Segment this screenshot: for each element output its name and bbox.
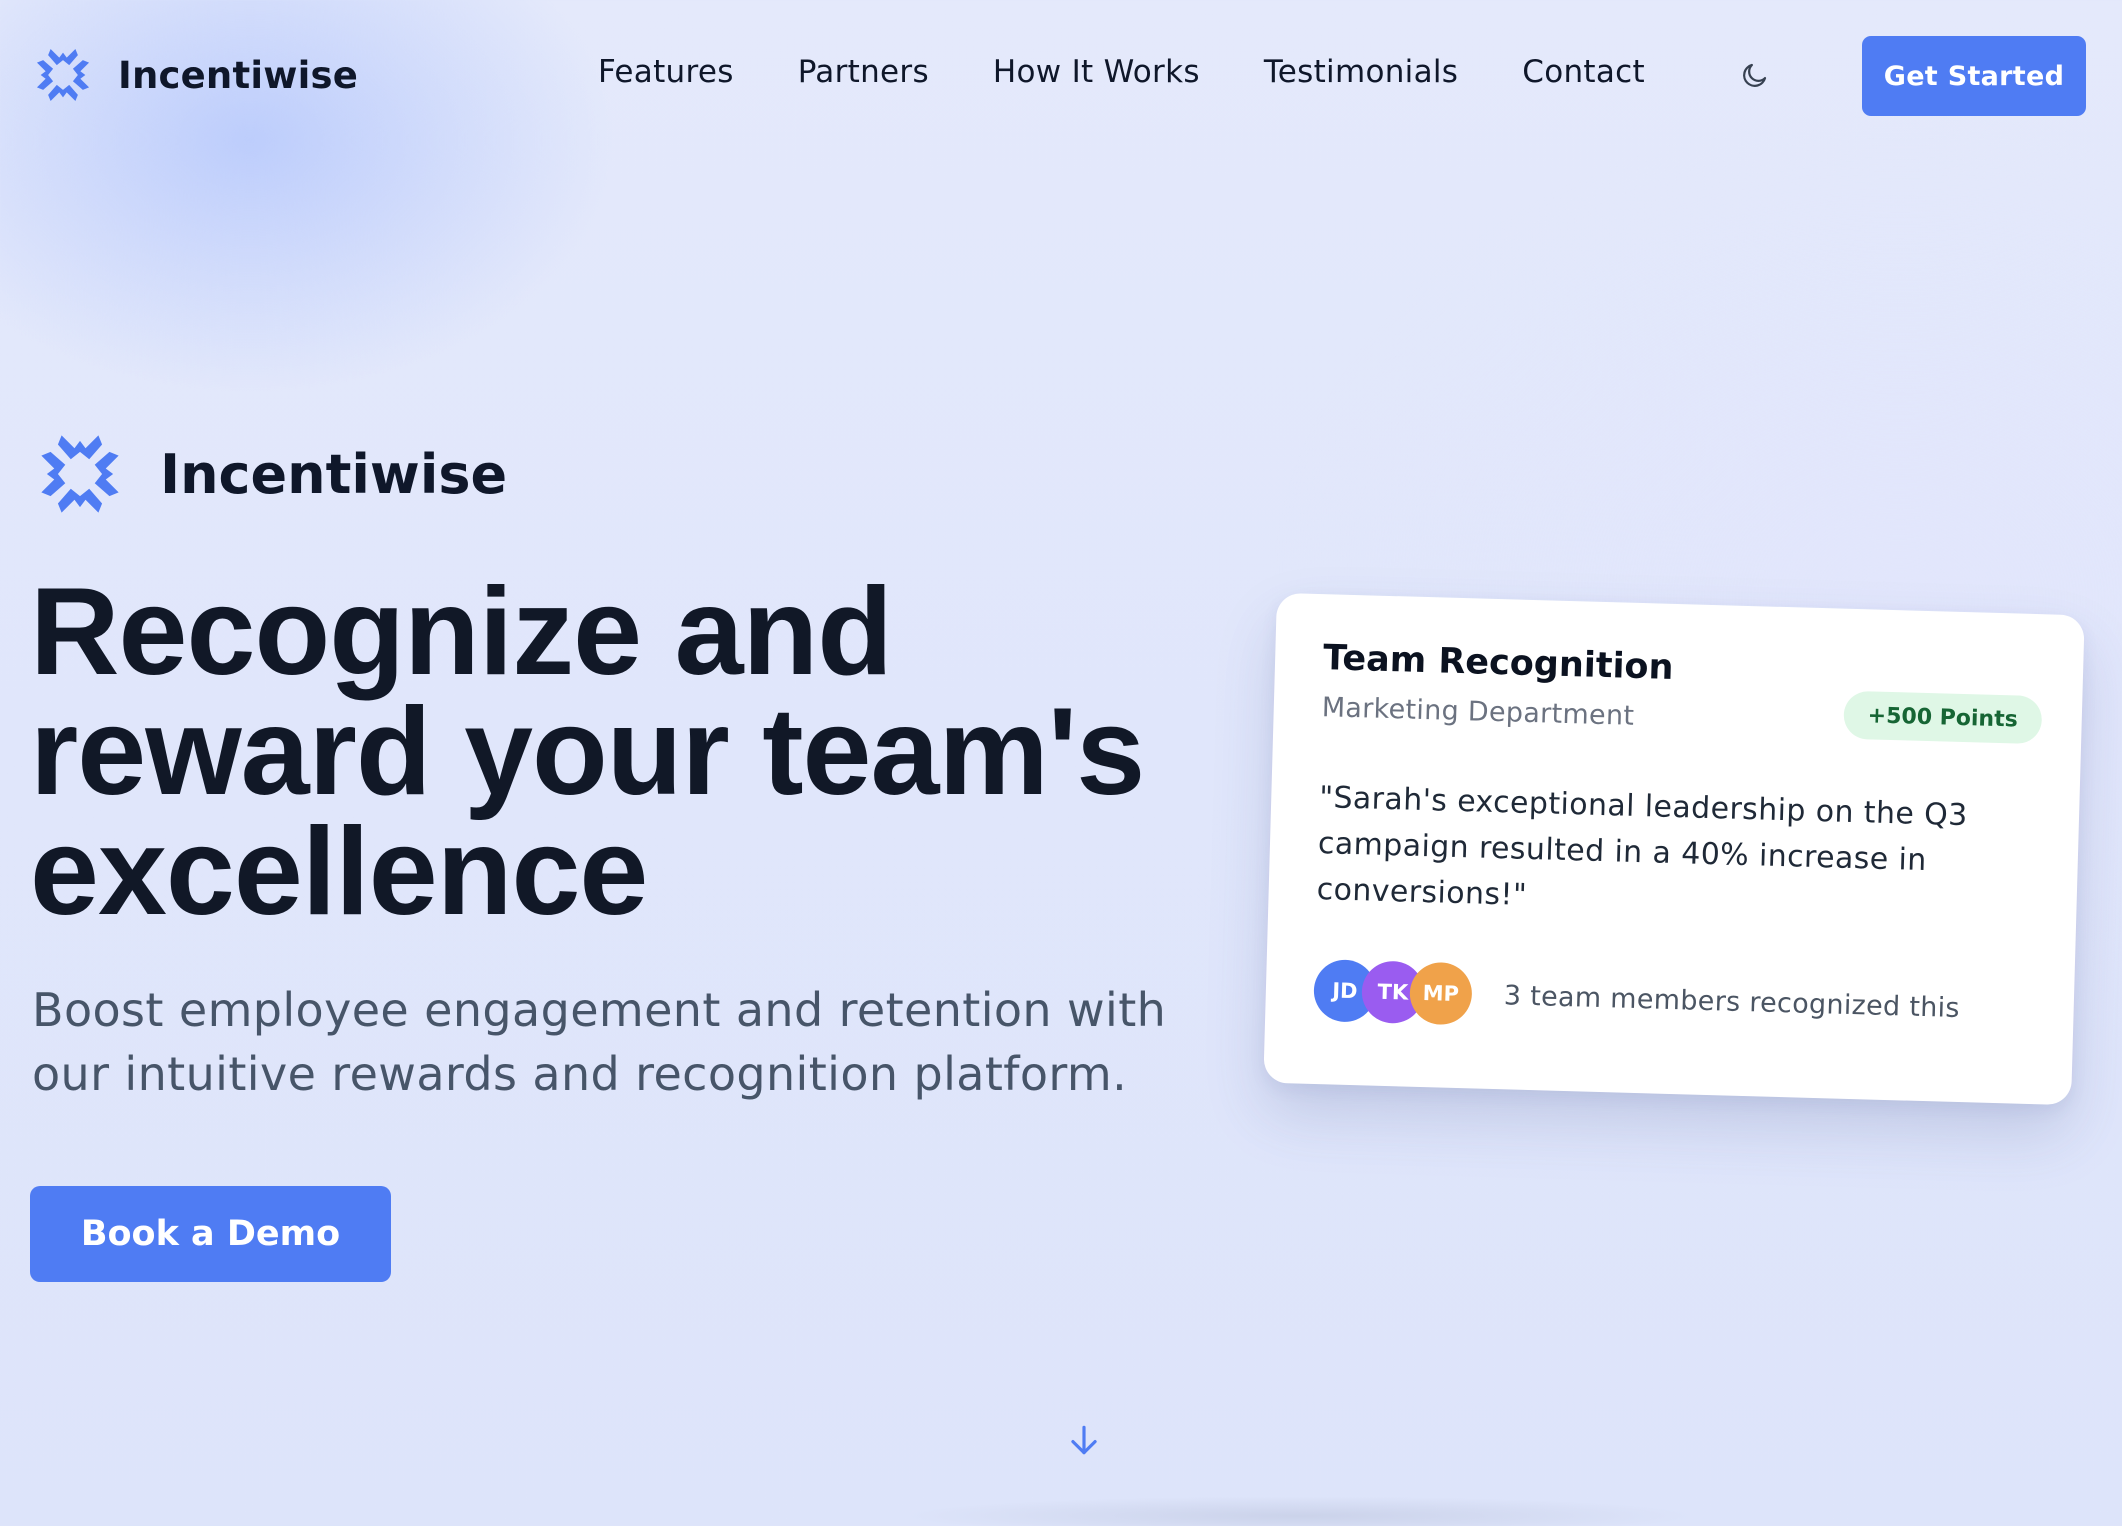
nav-link-how-it-works[interactable]: How It Works [993, 54, 1200, 90]
hero-headline: Recognize and reward your team's excelle… [30, 563, 1145, 941]
recognized-count-text: 3 team members recognized this [1503, 979, 1961, 1024]
avatar: MP [1409, 961, 1473, 1026]
moon-icon [1743, 63, 1767, 87]
get-started-button[interactable]: Get Started [1862, 36, 2086, 116]
nav-links: Features Partners How It Works Testimoni… [598, 54, 1645, 90]
points-badge: +500 Points [1843, 690, 2043, 745]
book-demo-button[interactable]: Book a Demo [30, 1186, 391, 1282]
nav-link-testimonials[interactable]: Testimonials [1264, 54, 1458, 90]
incentiwise-logo-icon [41, 435, 119, 513]
hero-subheadline: Boost employee engagement and retention … [32, 983, 1167, 1101]
nav-link-features[interactable]: Features [598, 54, 734, 90]
nav-link-contact[interactable]: Contact [1522, 54, 1645, 90]
hero-brand-name: Incentiwise [160, 442, 508, 506]
brand-name: Incentiwise [118, 53, 359, 97]
arrow-down-icon [1071, 1425, 1097, 1455]
brand[interactable]: Incentiwise [32, 44, 358, 106]
card-footer: JD TK MP 3 team members recognized this [1313, 959, 2026, 1041]
recognition-card: Team Recognition Marketing Department +5… [1263, 592, 2085, 1106]
avatar-group: JD TK MP [1313, 959, 1473, 1026]
incentiwise-logo-icon [36, 48, 90, 102]
top-navbar: Incentiwise Features Partners How It Wor… [0, 0, 2122, 152]
scroll-down-button[interactable] [1064, 1418, 1104, 1462]
landing-page: Incentiwise Features Partners How It Wor… [0, 0, 2122, 1526]
section-divider-shadow [900, 1496, 1700, 1526]
hero-brand: Incentiwise [34, 428, 507, 520]
recognition-quote: "Sarah's exceptional leadership on the Q… [1316, 780, 1969, 913]
theme-toggle-button[interactable] [1738, 58, 1772, 92]
card-title: Team Recognition [1322, 638, 1675, 688]
nav-link-partners[interactable]: Partners [798, 54, 929, 90]
